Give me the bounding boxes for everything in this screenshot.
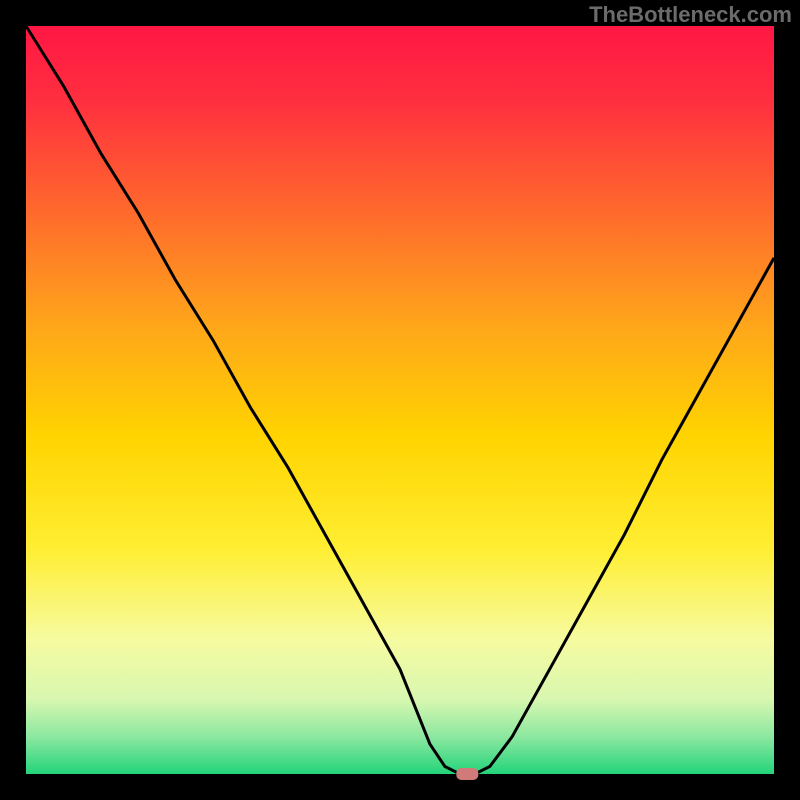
bottleneck-chart bbox=[0, 0, 800, 800]
chart-plot-area bbox=[26, 26, 774, 774]
chart-container: TheBottleneck.com bbox=[0, 0, 800, 800]
optimal-point-marker bbox=[456, 768, 478, 780]
watermark-text: TheBottleneck.com bbox=[589, 2, 792, 28]
